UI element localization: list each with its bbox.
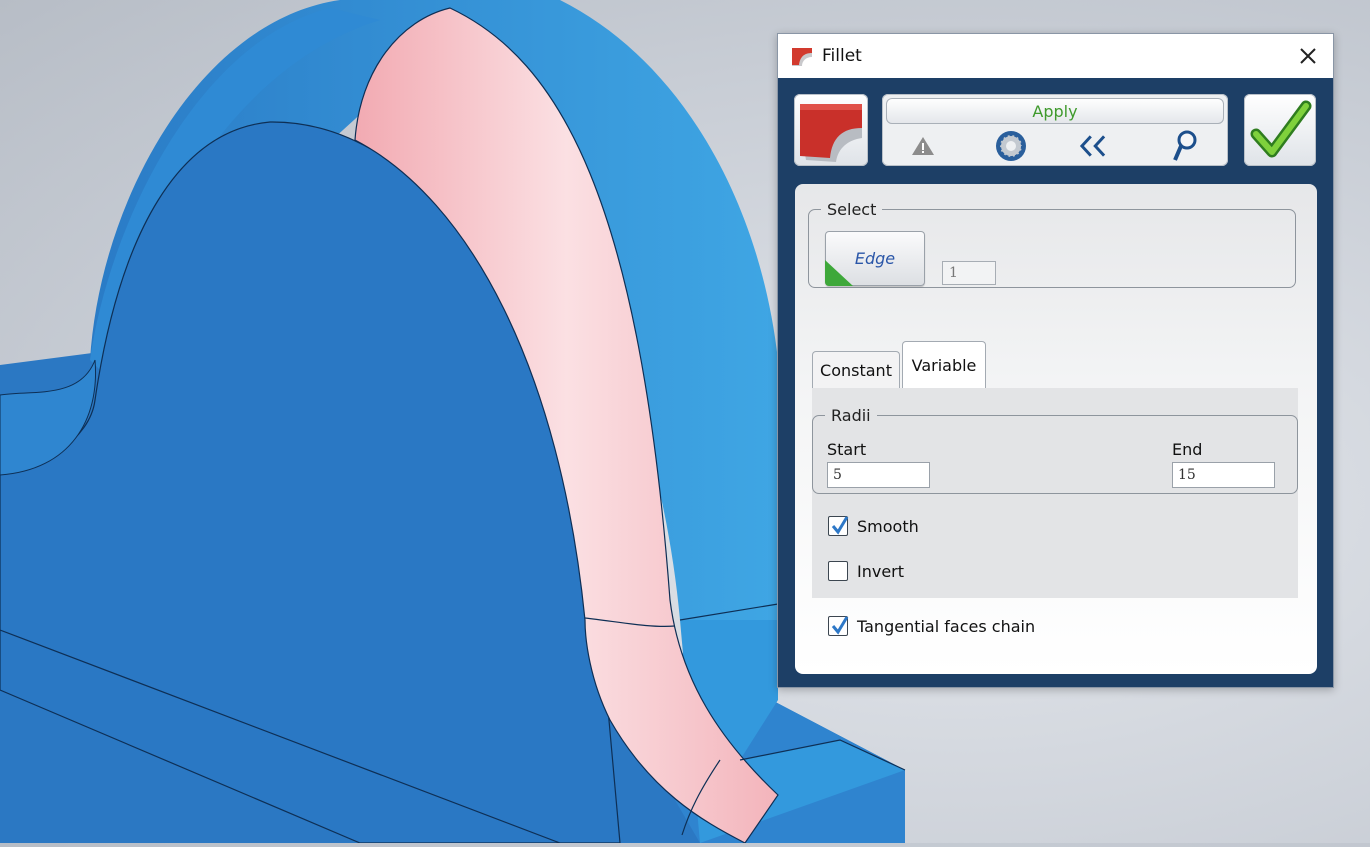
select-legend: Select bbox=[827, 200, 877, 219]
fillet-dialog: Fillet Apply Select Edge 1 Constant Vari… bbox=[777, 33, 1334, 688]
tangential-faces-chain-checkbox[interactable] bbox=[828, 616, 849, 636]
start-radius-label: Start bbox=[827, 440, 867, 459]
variable-tab-body: Radii Start 5 End 15 Smooth Invert bbox=[812, 388, 1298, 598]
smooth-label: Smooth bbox=[857, 517, 919, 536]
settings-gear-icon bbox=[996, 131, 1026, 161]
smooth-checkbox[interactable] bbox=[828, 516, 849, 536]
dialog-title: Fillet bbox=[822, 46, 862, 66]
ok-button[interactable] bbox=[1244, 94, 1316, 166]
tab-constant[interactable]: Constant bbox=[812, 351, 900, 388]
edge-select-button[interactable]: Edge bbox=[825, 231, 925, 286]
close-button[interactable] bbox=[1291, 40, 1325, 72]
settings-button[interactable] bbox=[994, 130, 1028, 162]
edge-button-label: Edge bbox=[854, 249, 896, 268]
radii-legend: Radii bbox=[831, 406, 871, 425]
tab-variable[interactable]: Variable bbox=[902, 341, 986, 388]
magnifier-icon bbox=[1173, 130, 1197, 161]
check-icon bbox=[831, 516, 849, 535]
double-chevron-left-icon bbox=[1079, 135, 1106, 157]
edge-count-field: 1 bbox=[942, 261, 996, 285]
fillet-preview-button[interactable] bbox=[794, 94, 868, 166]
apply-button[interactable]: Apply bbox=[886, 98, 1224, 124]
invert-checkbox[interactable] bbox=[828, 561, 848, 581]
active-corner-marker bbox=[825, 260, 853, 286]
close-icon bbox=[1300, 48, 1316, 64]
dialog-titlebar[interactable]: Fillet bbox=[778, 34, 1333, 78]
start-radius-input[interactable]: 5 bbox=[827, 462, 930, 488]
end-radius-label: End bbox=[1172, 440, 1203, 459]
collapse-button[interactable] bbox=[1076, 130, 1110, 162]
warning-icon bbox=[912, 137, 934, 155]
fillet-app-icon bbox=[790, 45, 814, 67]
fillet-tool-icon bbox=[800, 104, 862, 162]
action-panel: Apply bbox=[882, 94, 1228, 166]
checkmark-icon bbox=[1250, 100, 1312, 158]
invert-label: Invert bbox=[857, 562, 905, 581]
tangential-faces-chain-label: Tangential faces chain bbox=[857, 617, 1036, 636]
warning-button[interactable] bbox=[906, 130, 940, 162]
end-radius-input[interactable]: 15 bbox=[1172, 462, 1275, 488]
fillet-options-panel: Select Edge 1 Constant Variable Radii St… bbox=[795, 184, 1317, 674]
check-icon bbox=[831, 616, 849, 635]
inspect-button[interactable] bbox=[1168, 130, 1202, 162]
